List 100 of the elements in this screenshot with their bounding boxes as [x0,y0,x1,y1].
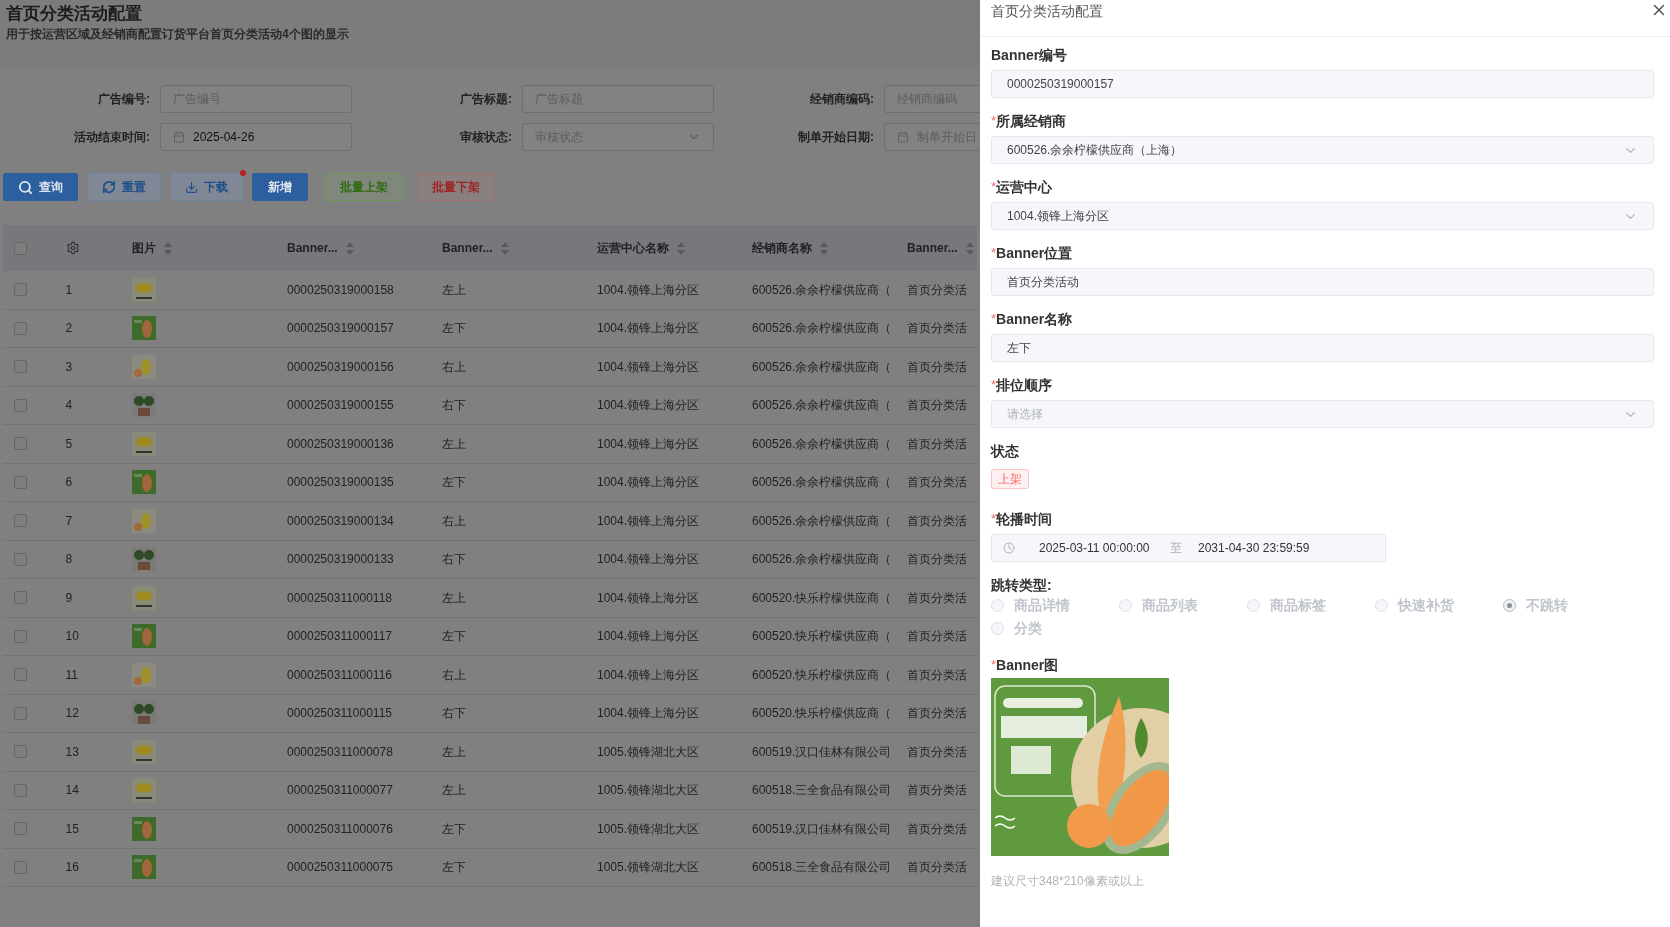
table-cell: 首页分类活 [907,321,967,336]
toolbar-button[interactable]: 批量下架 [417,173,495,201]
sort-icon[interactable] [965,241,974,255]
table-cell: 0000250319000158 [287,282,394,297]
search-button[interactable]: 查询 [3,173,78,201]
table-cell: 600526.余余柠檬供应商（ [752,282,892,297]
input-field[interactable]: 0000250319000157 [991,70,1654,98]
checkbox[interactable] [14,668,27,682]
checkbox[interactable] [14,283,27,297]
table-cell: 600519.汉口佳林有限公司 [752,744,892,759]
row-number: 12 [65,706,79,721]
sort-icon[interactable] [500,241,509,255]
table-cell: 600520.快乐柠檬供应商（ [752,590,892,605]
checkbox[interactable] [14,706,27,720]
table-cell: 右上 [442,359,466,374]
date-range-field[interactable]: 2025-03-11 00:00:00 至 2031-04-30 23:59:59 [991,534,1386,562]
checkbox[interactable] [14,629,27,643]
toolbar-button[interactable]: 下载 [170,173,243,201]
table-cell: 1004.领锋上海分区 [597,282,700,297]
table-cell: 0000250319000157 [287,321,394,336]
column-header[interactable]: 经销商名称 [752,239,812,257]
checkbox[interactable] [14,475,27,489]
row-number: 10 [65,629,79,644]
checkbox[interactable] [14,783,27,797]
input-field[interactable]: 左下 [991,334,1654,362]
required-mark: * [991,656,997,675]
checkbox[interactable] [14,321,27,335]
table-cell: 首页分类活 [907,744,967,759]
table-cell: 首页分类活 [907,398,967,413]
end-time: 2031-04-30 23:59:59 [1198,540,1310,557]
checkbox[interactable] [14,398,27,412]
row-number: 11 [65,667,79,682]
checkbox[interactable] [14,822,27,836]
table-cell: 右下 [442,398,466,413]
column-header[interactable]: 图片 [132,239,156,257]
table-cell: 0000250311000116 [287,667,392,682]
table-cell: 1004.领锋上海分区 [597,398,700,413]
table-cell: 首页分类活 [907,590,967,605]
input-field[interactable]: 首页分类活动 [991,268,1654,296]
checkbox[interactable] [14,860,27,874]
table-cell: 600526.余余柠檬供应商（ [752,321,892,336]
toolbar-button[interactable]: 新增 [252,173,308,201]
row-number: 6 [65,475,73,490]
checkbox[interactable] [14,514,27,528]
toolbar-button[interactable]: 重置 [87,173,161,201]
refresh-icon [102,180,116,194]
table-cell: 600526.余余柠檬供应商（ [752,513,892,528]
calendar-icon [173,131,185,143]
table-cell: 左上 [442,783,466,798]
checkbox[interactable] [14,591,27,605]
row-number: 5 [65,436,73,451]
toolbar-button[interactable]: 批量上架 [325,173,403,201]
table-cell: 600520.快乐柠檬供应商（ [752,706,892,721]
drawer-title: 首页分类活动配置 [991,2,1103,21]
row-number: 8 [65,552,73,567]
select-field[interactable]: 600526.余余柠檬供应商（上海） [991,136,1654,164]
table-cell: 首页分类活 [907,436,967,451]
sort-icon[interactable] [345,241,354,255]
table-cell: 右上 [442,667,466,682]
column-header[interactable]: Banner... [907,239,958,257]
table-cell: 0000250319000134 [287,513,394,528]
calendar-icon [897,131,909,143]
required-mark: * [991,244,997,263]
checkbox[interactable] [14,552,27,566]
field-label: 排位顺序 [996,375,1053,395]
checkbox[interactable] [14,437,27,451]
table-cell: 首页分类活 [907,860,967,875]
row-number: 3 [65,359,73,374]
table-cell: 0000250319000156 [287,359,394,374]
column-header[interactable]: Banner... [287,239,338,257]
table-cell: 600520.快乐柠檬供应商（ [752,629,892,644]
field-label: 运营中心 [996,177,1053,197]
table-cell: 600526.余余柠檬供应商（ [752,552,892,567]
sort-icon[interactable] [164,241,172,255]
table-cell: 1004.领锋上海分区 [597,629,700,644]
required-mark: * [991,112,997,131]
select-field[interactable]: 1004.领锋上海分区 [991,202,1654,230]
search-icon [18,179,33,195]
table-cell: 首页分类活 [907,783,967,798]
date-field[interactable]: 2025-04-26 [160,123,352,151]
checkbox[interactable] [14,241,27,255]
table-cell: 1004.领锋上海分区 [597,706,700,721]
row-number: 2 [65,321,73,336]
settings-icon[interactable] [65,241,80,255]
table-cell: 左下 [442,475,466,490]
page-title: 首页分类活动配置 [6,3,143,25]
table-cell: 右上 [442,513,466,528]
table-cell: 1004.领锋上海分区 [597,667,700,682]
table-cell: 1004.领锋上海分区 [597,321,700,336]
table-cell: 0000250311000078 [287,744,393,759]
required-mark: * [991,178,997,197]
sort-icon[interactable] [820,241,828,255]
table-cell: 左下 [442,821,466,836]
column-header[interactable]: 运营中心名称 [597,239,669,257]
sort-icon[interactable] [677,241,685,255]
column-header[interactable]: Banner... [442,239,493,257]
select-field[interactable]: 请选择 [991,400,1654,428]
checkbox[interactable] [14,745,27,759]
checkbox[interactable] [14,360,27,374]
table-cell: 0000250319000155 [287,398,394,413]
